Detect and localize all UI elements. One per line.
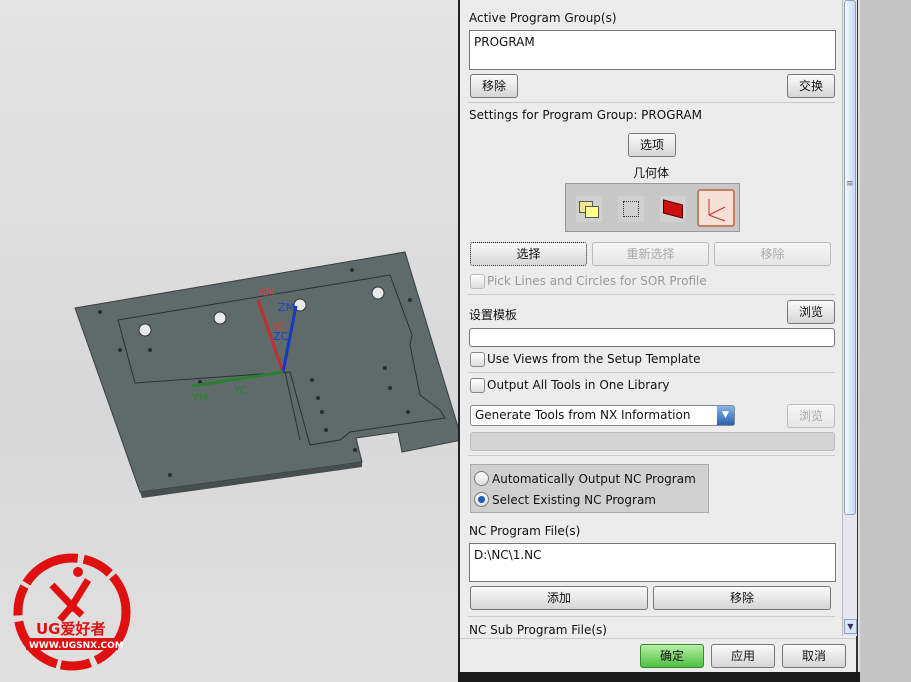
library-path-field	[470, 432, 835, 451]
reselect-button[interactable]: 重新选择	[592, 242, 709, 266]
pick-lines-checkbox[interactable]	[470, 274, 485, 289]
nc-sub-wrap: NC Sub Program File(s)	[460, 619, 840, 637]
auto-output-radio[interactable]	[474, 471, 489, 486]
zm-label: ZM	[278, 301, 295, 314]
yc-label: YC	[233, 384, 248, 397]
divider	[468, 294, 835, 295]
divider	[468, 616, 835, 617]
ym-label: YM	[191, 391, 208, 404]
divider	[468, 102, 835, 103]
browse-template-button[interactable]: 浏览	[787, 300, 835, 324]
remove-group-button[interactable]: 移除	[470, 74, 518, 98]
remove-geometry-button[interactable]: 移除	[714, 242, 831, 266]
ok-button[interactable]: 确定	[640, 644, 704, 668]
divider	[460, 638, 856, 639]
use-views-label: Use Views from the Setup Template	[487, 352, 701, 366]
active-group-label: Active Program Group(s)	[469, 11, 617, 25]
graphics-viewport[interactable]: XM XC ZM ZC YM YC UG爱好者 WWW.UGSNX.COM	[0, 0, 458, 682]
nc-file-list[interactable]: D:\NC\1.NC	[469, 543, 836, 582]
chevron-down-icon[interactable]: ▼	[717, 406, 734, 425]
zc-label: ZC	[273, 330, 289, 343]
geometry-toolbar	[565, 183, 740, 232]
divider	[468, 372, 835, 373]
cancel-button[interactable]: 取消	[782, 644, 846, 668]
mcs-icon[interactable]	[697, 189, 735, 227]
scrollbar[interactable]: ≡ ▼	[842, 0, 857, 636]
select-existing-radio[interactable]	[474, 492, 489, 507]
select-existing-label: Select Existing NC Program	[492, 493, 656, 507]
remove-nc-file-button[interactable]: 移除	[653, 586, 831, 610]
use-views-checkbox[interactable]	[470, 352, 485, 367]
select-button[interactable]: 选择	[470, 242, 587, 266]
tools-dropdown-value: Generate Tools from NX Information	[475, 408, 691, 422]
dialog-bottom-border	[458, 672, 860, 682]
xm-label: XM	[258, 286, 275, 299]
nc-file-label: NC Program File(s)	[469, 524, 581, 538]
nc-sub-label: NC Sub Program File(s)	[469, 623, 607, 637]
geometry-label: 几何体	[633, 166, 670, 180]
background-right	[860, 0, 911, 682]
add-nc-file-button[interactable]: 添加	[470, 586, 648, 610]
part-geometry-icon[interactable]	[576, 196, 602, 222]
active-group-list[interactable]: PROGRAM	[469, 30, 836, 70]
output-tools-checkbox[interactable]	[470, 378, 485, 393]
template-input[interactable]	[469, 328, 835, 347]
swap-button[interactable]: 交换	[787, 74, 835, 98]
blank-geometry-icon[interactable]	[618, 196, 644, 222]
settings-label: Settings for Program Group: PROGRAM	[469, 108, 702, 122]
scroll-down-icon[interactable]: ▼	[844, 619, 857, 634]
auto-output-label: Automatically Output NC Program	[492, 472, 696, 486]
tools-dropdown[interactable]: Generate Tools from NX Information ▼	[470, 405, 735, 426]
svg-text:WWW.UGSNX.COM: WWW.UGSNX.COM	[29, 641, 124, 651]
apply-button[interactable]: 应用	[711, 644, 775, 668]
solid-body-icon[interactable]	[660, 196, 686, 222]
browse-tools-button[interactable]: 浏览	[787, 404, 835, 428]
options-button[interactable]: 选项	[628, 133, 676, 157]
ugsnx-logo: UG爱好者 WWW.UGSNX.COM	[13, 553, 131, 671]
output-tools-label: Output All Tools in One Library	[487, 378, 670, 392]
svg-text:UG爱好者: UG爱好者	[36, 620, 106, 638]
template-label: 设置模板	[469, 308, 518, 322]
pick-lines-label: Pick Lines and Circles for SOR Profile	[487, 274, 707, 288]
scrollbar-thumb[interactable]: ≡	[844, 0, 856, 515]
divider	[468, 455, 835, 456]
